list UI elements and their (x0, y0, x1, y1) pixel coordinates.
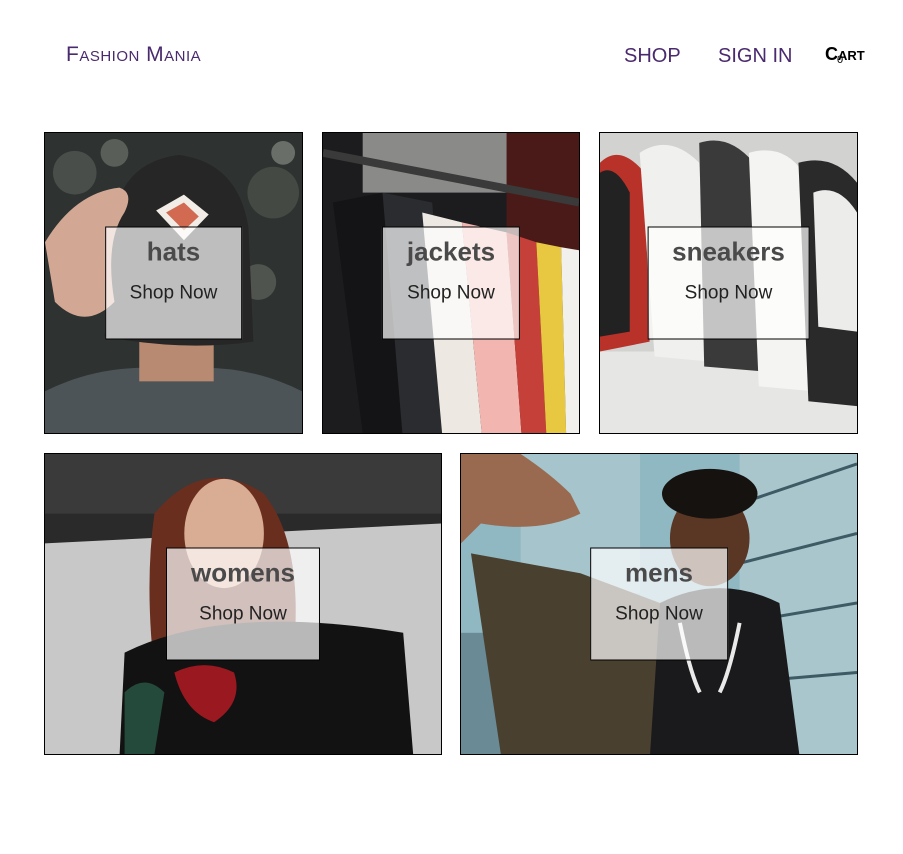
shop-now-link[interactable]: Shop Now (672, 282, 785, 306)
cart-button[interactable]: Cart 0 (825, 42, 885, 72)
category-tile-mens[interactable]: mens Shop Now (460, 453, 858, 755)
shop-now-link[interactable]: Shop Now (130, 282, 218, 306)
category-label-box: mens Shop Now (590, 547, 728, 661)
category-tile-hats[interactable]: hats Shop Now (44, 132, 303, 434)
shop-now-link[interactable]: Shop Now (615, 603, 703, 627)
category-label-box: womens Shop Now (165, 547, 321, 661)
category-tile-jackets[interactable]: jackets Shop Now (322, 132, 580, 434)
category-tile-womens[interactable]: womens Shop Now (44, 453, 442, 755)
category-title: hats (146, 236, 201, 267)
category-title: jackets (406, 236, 496, 267)
shop-now-link[interactable]: Shop Now (191, 603, 295, 627)
category-label-box: sneakers Shop Now (647, 226, 810, 340)
category-label-box: jackets Shop Now (381, 226, 521, 340)
logo[interactable]: Fashion Mania (66, 40, 201, 70)
nav-sign-in-link[interactable]: SIGN IN (718, 42, 792, 70)
category-tile-sneakers[interactable]: sneakers Shop Now (599, 132, 858, 434)
category-title: womens (190, 557, 296, 588)
category-label-box: hats Shop Now (104, 226, 243, 340)
cart-count-badge: 0 (837, 54, 844, 66)
nav-shop-link[interactable]: SHOP (624, 42, 681, 70)
category-title: mens (625, 557, 693, 588)
category-title: sneakers (672, 236, 785, 267)
shop-now-link[interactable]: Shop Now (407, 282, 495, 306)
cart-label: Cart (825, 44, 865, 64)
header: Fashion Mania SHOP SIGN IN Cart 0 (0, 0, 903, 110)
